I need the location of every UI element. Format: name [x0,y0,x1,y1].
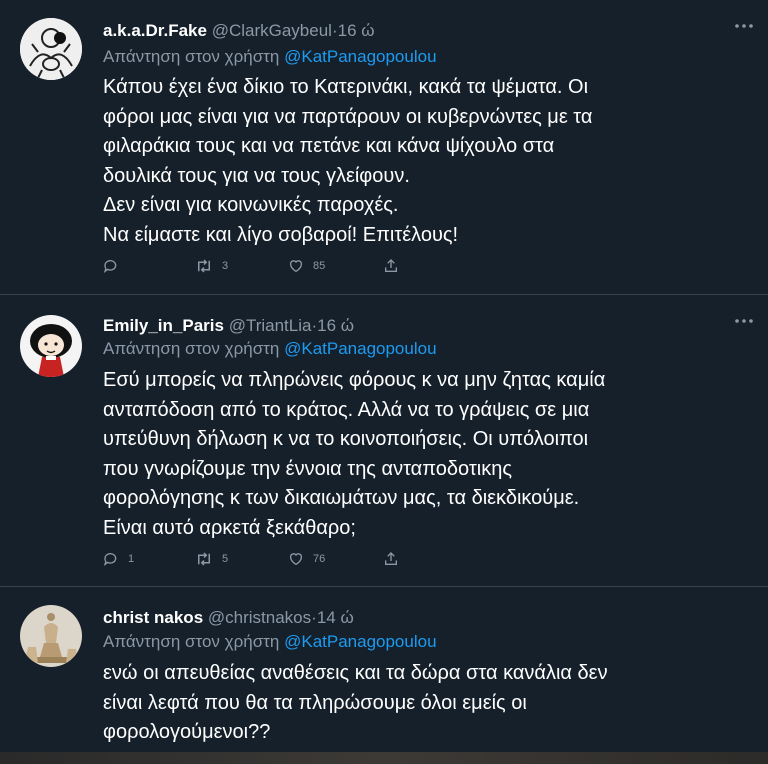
like-count: 85 [313,260,326,272]
display-name[interactable]: Emily_in_Paris [103,316,224,335]
retweet-button[interactable]: 3 [195,258,228,274]
timestamp[interactable]: 14 ώ [317,608,354,627]
reply-context: Απάντηση στον χρήστη @KatPanagopoulou [103,338,437,360]
share-icon [385,552,397,565]
reply-button[interactable]: 1 [103,551,134,567]
retweet-count: 3 [222,260,229,272]
retweet-count: 5 [222,553,229,565]
like-button[interactable]: 76 [288,551,325,567]
tweet[interactable]: a.k.a.Dr.Fake @ClarkGaybeul·16 ώ Απάντησ… [0,0,768,295]
avatar[interactable] [20,315,82,377]
reply-prefix: Απάντηση στον χρήστη [103,632,280,651]
reply-prefix: Απάντηση στον χρήστη [103,47,280,66]
more-icon[interactable] [734,18,754,29]
share-button[interactable] [383,551,399,567]
reply-context: Απάντηση στον χρήστη @KatPanagopoulou [103,631,437,653]
user-handle[interactable]: @christnakos [208,608,311,627]
avatar-image [20,18,82,80]
tweet-text: ενώ οι απευθείας αναθέσεις και τα δώρα σ… [103,662,608,743]
retweet-icon [198,259,210,273]
reply-mention[interactable]: @KatPanagopoulou [284,47,436,66]
user-handle[interactable]: @TriantLia [229,316,312,335]
like-icon [289,260,303,273]
timestamp[interactable]: 16 ώ [338,21,375,40]
avatar-image [20,315,82,377]
display-name[interactable]: christ nakos [103,608,203,627]
reply-icon [103,553,117,567]
avatar[interactable] [20,18,82,80]
reply-mention[interactable]: @KatPanagopoulou [284,632,436,651]
more-icon[interactable] [734,313,754,324]
tweet-text: Κάπου έχει ένα δίκιο το Κατερινάκι, κακά… [103,76,593,246]
reply-button[interactable] [103,258,128,274]
reply-icon [103,260,117,274]
like-icon [289,553,303,566]
reply-prefix: Απάντηση στον χρήστη [103,339,280,358]
retweet-icon [198,552,210,566]
display-name[interactable]: a.k.a.Dr.Fake [103,21,207,40]
media-preview[interactable] [0,752,768,764]
reply-context: Απάντηση στον χρήστη @KatPanagopoulou [103,46,437,68]
reply-mention[interactable]: @KatPanagopoulou [284,339,436,358]
avatar[interactable] [20,605,82,667]
tweet-text: Εσύ μπορείς να πληρώνεις φόρους κ να μην… [103,369,606,539]
tweet-header: Emily_in_Paris @TriantLia·16 ώ [103,315,708,337]
like-button[interactable]: 85 [288,258,325,274]
reply-feed: a.k.a.Dr.Fake @ClarkGaybeul·16 ώ Απάντησ… [0,0,768,764]
retweet-button[interactable]: 5 [195,551,228,567]
tweet-header: christ nakos @christnakos·14 ώ [103,607,708,629]
share-button[interactable] [383,258,399,274]
like-count: 76 [313,553,326,565]
timestamp[interactable]: 16 ώ [317,316,354,335]
tweet[interactable]: christ nakos @christnakos·14 ώ Απάντηση … [0,587,768,764]
reply-count: 1 [128,553,135,565]
tweet[interactable]: Emily_in_Paris @TriantLia·16 ώ Απάντηση … [0,295,768,587]
user-handle[interactable]: @ClarkGaybeul [212,21,332,40]
tweet-header: a.k.a.Dr.Fake @ClarkGaybeul·16 ώ [103,20,708,42]
share-icon [385,259,397,272]
avatar-image [20,605,82,667]
